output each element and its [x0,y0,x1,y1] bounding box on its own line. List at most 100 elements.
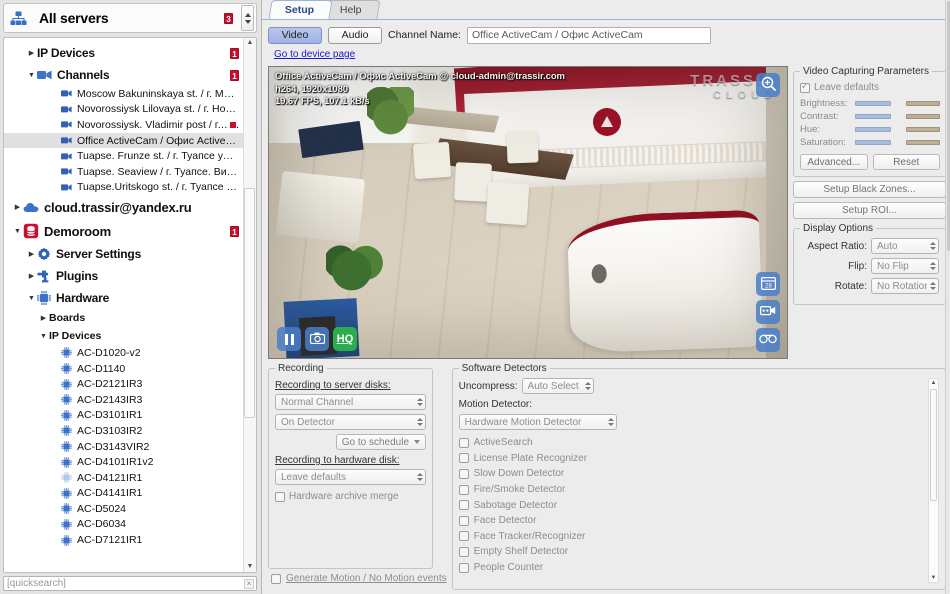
hue-slider-row[interactable]: Hue: [800,123,940,136]
tree-item-novorossiysk-vladimir-post[interactable]: · Novorossiysk. Vladimir post / г. Нов. [4,117,243,133]
channel-mode-select[interactable]: Normal Channel [275,394,426,410]
hue-range[interactable] [906,127,940,132]
tree-item-ac-d4141ir1[interactable]: · AC-D4141IR1 [4,486,243,502]
tab-setup[interactable]: Setup [268,0,333,19]
scroll-down-icon[interactable]: ▼ [247,563,254,571]
tree-item-plugins[interactable]: ▶ Plugins [4,265,243,287]
tree-item-ac-d4121ir1[interactable]: · AC-D4121IR1 [4,470,243,486]
tree-item-tuapse-uritskogo-st[interactable]: · Tuapse.Uritskogo st. / г. Туапсе ул.... [4,180,243,196]
tab-help[interactable]: Help [323,0,381,19]
hue-track[interactable] [855,127,891,132]
chevron-down-icon[interactable]: ▼ [38,333,49,340]
tree-scrollbar-thumb[interactable] [244,188,255,418]
chevron-down-icon[interactable]: ▼ [12,228,23,235]
tree-item-boards[interactable]: ▶ Boards [4,309,243,327]
tree-item-ip-devices[interactable]: ▼ IP Devices [4,327,243,345]
tree-item-ac-d3143vir2[interactable]: · AC-D3143VIR2 [4,439,243,455]
hw-archive-merge-row[interactable]: Hardware archive merge [275,491,426,502]
contrast-range[interactable] [906,114,940,119]
video-button[interactable]: Video [268,26,322,44]
reset-button[interactable]: Reset [872,154,940,170]
quicksearch-input[interactable]: [quicksearch] × [3,576,257,591]
zoom-button[interactable] [756,73,780,97]
tree-item-ac-d1020-v2[interactable]: · AC-D1020-v2 [4,345,243,361]
chevron-right-icon[interactable]: ▶ [26,49,37,57]
leave-defaults-checkbox[interactable] [800,81,810,93]
tree-item-office-activecam-activecam[interactable]: · Office ActiveCam / Офис ActiveCam [4,132,243,149]
tree-item-ac-d4101ir1v2[interactable]: · AC-D4101IR1v2 [4,454,243,470]
tree-item-ac-d2143ir3[interactable]: · AC-D2143IR3 [4,392,243,408]
calendar-button[interactable]: 28 [756,272,780,296]
chevron-right-icon[interactable]: ▶ [26,272,37,280]
detector-row-activesearch[interactable]: ActiveSearch [458,435,924,451]
snapshot-button[interactable] [305,327,329,351]
detector-row-license-plate-recognizer[interactable]: License Plate Recognizer [458,451,924,467]
hardware-disk-select[interactable]: Leave defaults [275,469,426,485]
tree-item-ip-devices[interactable]: ▶ IP Devices 1 [4,42,243,64]
go-to-device-page-link[interactable]: Go to device page [274,49,946,60]
record-button[interactable] [756,300,780,324]
detectors-scroll-down-icon[interactable]: ▼ [931,575,937,581]
hq-button[interactable]: HQ [333,327,357,351]
uncompress-select[interactable]: Auto Select [521,378,594,394]
chevron-down-icon[interactable]: ▼ [26,295,37,302]
aspect-ratio-select[interactable]: Auto [871,238,939,254]
flip-select[interactable]: No Flip [871,258,939,274]
generate-motion-checkbox[interactable] [271,573,281,584]
saturation-slider-row[interactable]: Saturation: [800,136,940,149]
chevron-down-icon[interactable]: ▼ [26,72,37,79]
go-to-schedule-button[interactable]: Go to schedule [335,434,426,450]
audio-button[interactable]: Audio [328,26,382,44]
detector-checkbox[interactable] [458,531,469,542]
tree-item-tuapse-seaview[interactable]: · Tuapse. Seaview / г. Туапсе. Вид н... [4,164,243,180]
detector-row-people-counter[interactable]: People Counter [458,560,924,576]
brightness-slider-row[interactable]: Brightness: [800,97,940,110]
detector-checkbox[interactable] [458,500,469,511]
detector-checkbox[interactable] [458,453,469,464]
tree-item-ac-d6034[interactable]: · AC-D6034 [4,517,243,533]
leave-defaults-row[interactable]: Leave defaults [800,81,940,93]
contrast-track[interactable] [855,114,891,119]
tree-item-ac-d3103ir2[interactable]: · AC-D3103IR2 [4,423,243,439]
detector-row-sabotage-detector[interactable]: Sabotage Detector [458,497,924,513]
tree-item-novorossiysk-lilovaya-st[interactable]: · Novorossiysk Lilovaya st. / г. Новор... [4,102,243,118]
scroll-up-icon[interactable]: ▲ [247,39,254,47]
tree-item-hardware[interactable]: ▼ Hardware [4,287,243,309]
brightness-track[interactable] [855,101,891,106]
audio-button-video[interactable] [756,328,780,352]
hw-archive-merge-checkbox[interactable] [275,491,285,502]
chevron-right-icon[interactable]: ▶ [26,250,37,258]
quicksearch-clear-icon[interactable]: × [244,578,254,589]
detectors-scroll-up-icon[interactable]: ▲ [931,380,937,386]
detector-row-face-detector[interactable]: Face Detector [458,513,924,529]
rotate-select[interactable]: No Rotation [871,278,939,294]
chevron-right-icon[interactable]: ▶ [12,203,23,211]
setup-black-zones-button[interactable]: Setup Black Zones... [793,181,946,198]
trigger-mode-select[interactable]: On Detector [275,414,426,430]
contrast-slider-row[interactable]: Contrast: [800,110,940,123]
detector-checkbox[interactable] [458,546,469,557]
video-preview[interactable]: Office ActiveCam / Офис ActiveCam @ clou… [268,66,788,359]
detector-checkbox[interactable] [458,468,469,479]
detector-row-face-tracker-recognizer[interactable]: Face Tracker/Recognizer [458,529,924,545]
server-selector-stepper[interactable] [241,5,254,31]
motion-detector-select[interactable]: Hardware Motion Detector [458,414,617,430]
detector-row-fire-smoke-detector[interactable]: Fire/Smoke Detector [458,482,924,498]
tree-item-ac-d2121ir3[interactable]: · AC-D2121IR3 [4,376,243,392]
tree-item-demoroom[interactable]: ▼ Demoroom 1 [4,219,243,243]
tree-item-server-settings[interactable]: ▶ Server Settings [4,243,243,265]
saturation-track[interactable] [855,140,891,145]
setup-roi-button[interactable]: Setup ROI... [793,202,946,219]
saturation-range[interactable] [906,140,940,145]
tree-item-ac-d1140[interactable]: · AC-D1140 [4,361,243,377]
window-scrollbar[interactable] [945,0,950,594]
tree-item-cloud-trassir-yandex-ru[interactable]: ▶ cloud.trassir@yandex.ru [4,195,243,219]
detector-row-empty-shelf-detector[interactable]: Empty Shelf Detector [458,544,924,560]
detector-checkbox[interactable] [458,562,469,573]
tree-item-moscow-bakuninskaya-st[interactable]: · Moscow Bakuninskaya st. / г. Моск... [4,86,243,102]
brightness-range[interactable] [906,101,940,106]
detector-checkbox[interactable] [458,515,469,526]
tree-item-ac-d5024[interactable]: · AC-D5024 [4,501,243,517]
tree-item-ac-d7121ir1[interactable]: · AC-D7121IR1 [4,532,243,548]
tree-item-tuapse-frunze-st[interactable]: · Tuapse. Frunze st. / г. Туапсе ул.Ф... [4,148,243,164]
